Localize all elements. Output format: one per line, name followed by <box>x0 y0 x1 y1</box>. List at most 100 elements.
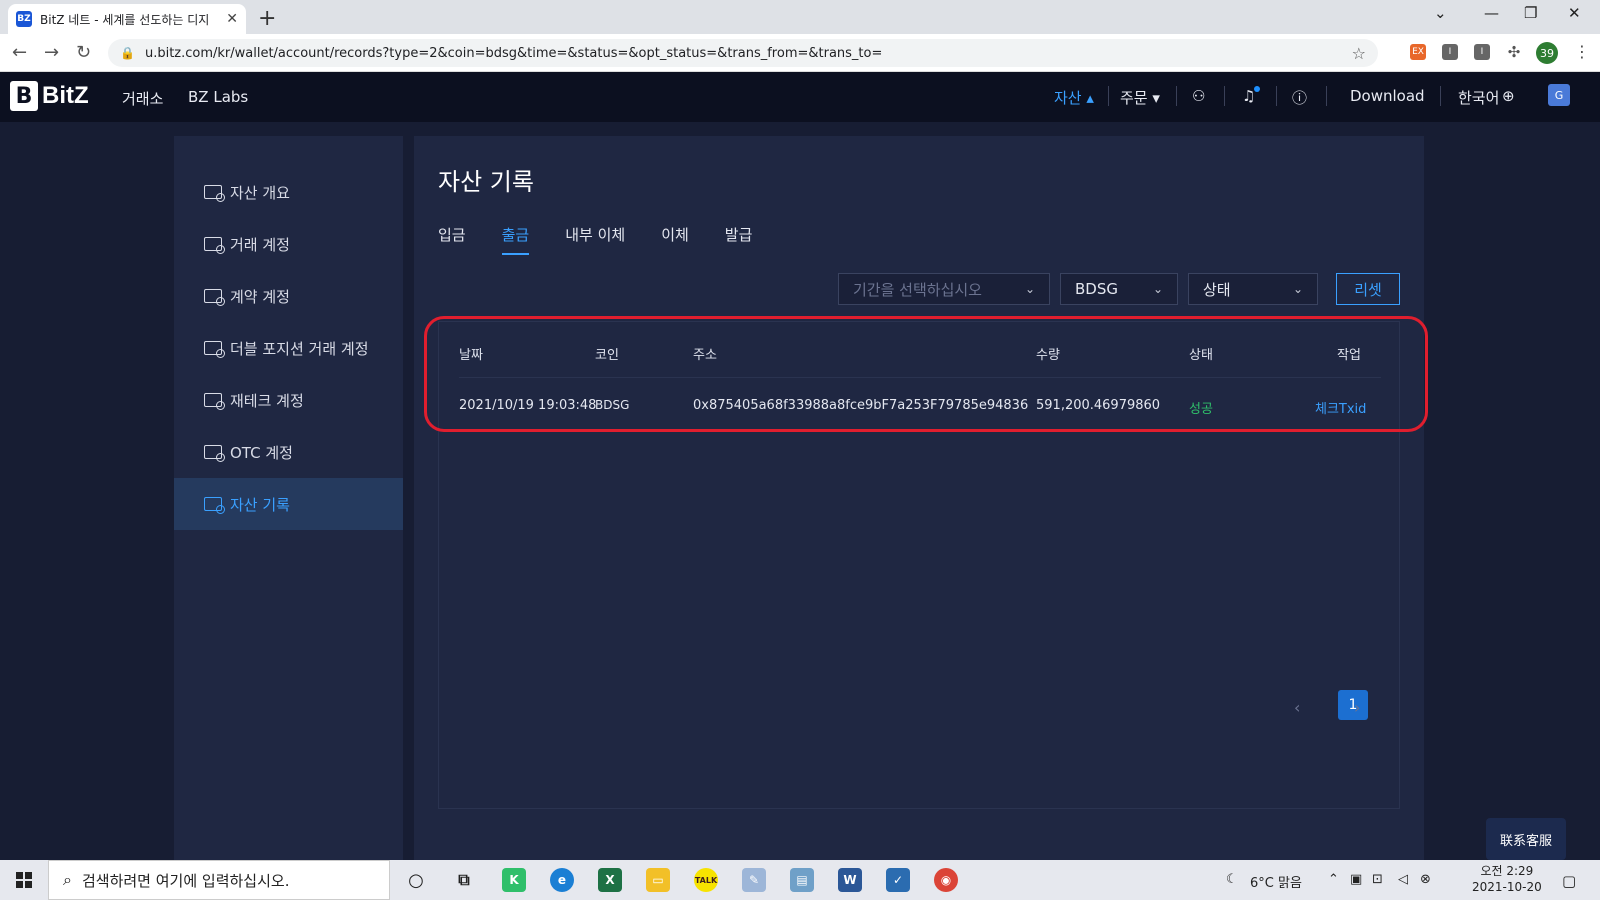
coin-select-value: BDSG <box>1075 280 1118 298</box>
clock-time: 오전 2:29 <box>1480 864 1534 878</box>
task-view-icon[interactable]: ⧉ <box>452 868 476 892</box>
ime-icon[interactable]: ⊗ <box>1420 872 1431 887</box>
sidebar-item-contract-account[interactable]: 계약 계정 <box>174 270 403 322</box>
page-1-button[interactable]: 1 <box>1338 690 1368 720</box>
excel-icon[interactable]: X <box>598 868 622 892</box>
tray-app-icon[interactable]: ▣ <box>1350 872 1362 887</box>
sidebar-item-label: 거래 계정 <box>230 235 290 254</box>
notepad-app-icon[interactable]: ▤ <box>790 868 814 892</box>
taskbar-search-box[interactable]: ⌕ 검색하려면 여기에 입력하십시오. <box>48 860 390 900</box>
weather-text[interactable]: 6°C 맑음 <box>1250 872 1302 891</box>
bitz-logo[interactable]: B BitZ <box>10 81 89 111</box>
restore-icon[interactable]: ❐ <box>1524 4 1537 22</box>
browser-tab[interactable]: BZ BitZ 네트 - 세계를 선도하는 디지 ✕ <box>8 4 246 34</box>
back-icon[interactable]: ← <box>12 42 27 63</box>
sidebar-item-double-position-account[interactable]: 더블 포지션 거래 계정 <box>174 322 403 374</box>
sidebar-item-label: 자산 기록 <box>230 495 290 514</box>
close-window-icon[interactable]: ✕ <box>1568 4 1581 22</box>
search-icon: ⌕ <box>63 870 72 889</box>
chevron-down-icon: ⌄ <box>1024 282 1035 296</box>
puzzle-icon[interactable]: ✣ <box>1506 43 1522 61</box>
nav-exchange[interactable]: 거래소 <box>122 88 163 109</box>
extension-i-icon[interactable]: I <box>1442 44 1458 60</box>
double-position-icon <box>204 341 225 358</box>
tab-transfer[interactable]: 이체 <box>661 224 689 255</box>
assets-menu[interactable]: 자산 ▴ <box>1054 87 1094 108</box>
edge-icon[interactable]: e <box>550 868 574 892</box>
language-selector[interactable]: 한국어 <box>1458 87 1499 108</box>
help-icon[interactable]: ⓘ <box>1292 87 1307 108</box>
tab-search-icon[interactable]: ⌄ <box>1434 4 1447 22</box>
close-tab-icon[interactable]: ✕ <box>226 11 238 27</box>
extension-ex-icon[interactable]: EX <box>1410 44 1426 60</box>
divider <box>1176 86 1177 106</box>
system-clock[interactable]: 오전 2:29 2021-10-20 <box>1472 863 1542 895</box>
reload-icon[interactable]: ↻ <box>76 42 91 63</box>
wallet-icon <box>204 185 225 202</box>
reset-button[interactable]: 리셋 <box>1336 273 1400 305</box>
sidebar-item-asset-records[interactable]: 자산 기록 <box>174 478 403 530</box>
browser-menu-icon[interactable]: ⋮ <box>1574 42 1590 61</box>
period-placeholder: 기간을 선택하십시오 <box>853 280 982 299</box>
orders-menu[interactable]: 주문 ▾ <box>1120 87 1160 108</box>
kakaotalk-icon[interactable]: TALK <box>694 868 718 892</box>
taskbar-search-placeholder: 검색하려면 여기에 입력하십시오. <box>81 871 290 890</box>
file-explorer-icon[interactable]: ▭ <box>646 868 670 892</box>
sidebar-item-label: 계약 계정 <box>230 287 290 306</box>
tab-withdrawal[interactable]: 출금 <box>501 224 530 255</box>
forward-icon[interactable]: → <box>44 42 59 63</box>
otc-icon <box>204 445 225 462</box>
windows-start-icon[interactable] <box>16 872 32 888</box>
logo-text: BitZ <box>42 82 89 109</box>
customer-service-button[interactable]: 联系客服 <box>1486 818 1566 860</box>
tab-deposit[interactable]: 입금 <box>438 224 466 255</box>
extension-i2-icon[interactable]: I <box>1474 44 1490 60</box>
sidebar-item-asset-overview[interactable]: 자산 개요 <box>174 166 403 218</box>
chevron-down-icon: ⌄ <box>1152 282 1163 296</box>
new-tab-icon[interactable]: + <box>258 6 276 31</box>
word-icon[interactable]: W <box>838 868 862 892</box>
records-icon <box>204 497 225 514</box>
note-app-icon[interactable]: ✓ <box>886 868 910 892</box>
chevron-down-icon: ⌄ <box>1292 282 1303 296</box>
paint-icon[interactable]: ✎ <box>742 868 766 892</box>
download-link[interactable]: Download <box>1350 87 1425 105</box>
bookmark-star-icon[interactable]: ☆ <box>1352 44 1366 63</box>
tab-issuance[interactable]: 발급 <box>725 224 753 255</box>
period-select[interactable]: 기간을 선택하십시오 ⌄ <box>838 273 1050 305</box>
sidebar-item-trading-account[interactable]: 거래 계정 <box>174 218 403 270</box>
cortana-icon[interactable]: ○ <box>404 868 428 892</box>
chrome-icon[interactable]: ◉ <box>934 868 958 892</box>
minimize-icon[interactable]: — <box>1484 4 1499 22</box>
translate-icon[interactable]: G <box>1548 84 1570 106</box>
globe-icon[interactable]: ⊕ <box>1502 87 1515 105</box>
sidebar-item-label: 더블 포지션 거래 계정 <box>230 339 369 358</box>
weather-moon-icon: ☾ <box>1226 872 1238 887</box>
tray-expand-icon[interactable]: ⌃ <box>1328 872 1339 887</box>
sidebar-item-otc-account[interactable]: OTC 계정 <box>174 426 403 478</box>
main-panel: 자산 기록 입금 출금 내부 이체 이체 발급 기간을 선택하십시오 ⌄ BDS… <box>414 136 1424 860</box>
record-tabs: 입금 출금 내부 이체 이체 발급 <box>438 224 752 255</box>
clock-date: 2021-10-20 <box>1472 880 1542 894</box>
next-page-icon[interactable]: › <box>1354 698 1360 717</box>
notification-center-icon[interactable]: ▢ <box>1562 872 1576 890</box>
omnibox[interactable]: 🔒 u.bitz.com/kr/wallet/account/records?t… <box>108 39 1378 67</box>
network-icon[interactable]: ⊡ <box>1372 872 1383 887</box>
status-select[interactable]: 상태 ⌄ <box>1188 273 1318 305</box>
lock-icon: 🔒 <box>120 46 135 60</box>
coin-select[interactable]: BDSG ⌄ <box>1060 273 1178 305</box>
prev-page-icon[interactable]: ‹ <box>1294 698 1300 717</box>
contract-icon <box>204 289 225 306</box>
kakao-green-app-icon[interactable]: K <box>502 868 526 892</box>
sidebar-item-label: 재테크 계정 <box>230 391 304 410</box>
status-select-value: 상태 <box>1203 280 1231 299</box>
volume-icon[interactable]: ◁ <box>1398 872 1408 887</box>
nav-bz-labs[interactable]: BZ Labs <box>188 88 248 106</box>
tab-title: BitZ 네트 - 세계를 선도하는 디지 <box>40 12 210 27</box>
user-icon[interactable]: ⚇ <box>1192 87 1205 105</box>
url-text[interactable]: u.bitz.com/kr/wallet/account/records?typ… <box>145 46 1352 61</box>
profile-avatar[interactable]: 39 <box>1536 42 1558 64</box>
tab-internal-transfer[interactable]: 내부 이체 <box>565 224 625 255</box>
sidebar: 자산 개요 거래 계정 계약 계정 더블 포지션 거래 계정 재테크 계정 OT… <box>174 136 403 860</box>
sidebar-item-finance-account[interactable]: 재테크 계정 <box>174 374 403 426</box>
